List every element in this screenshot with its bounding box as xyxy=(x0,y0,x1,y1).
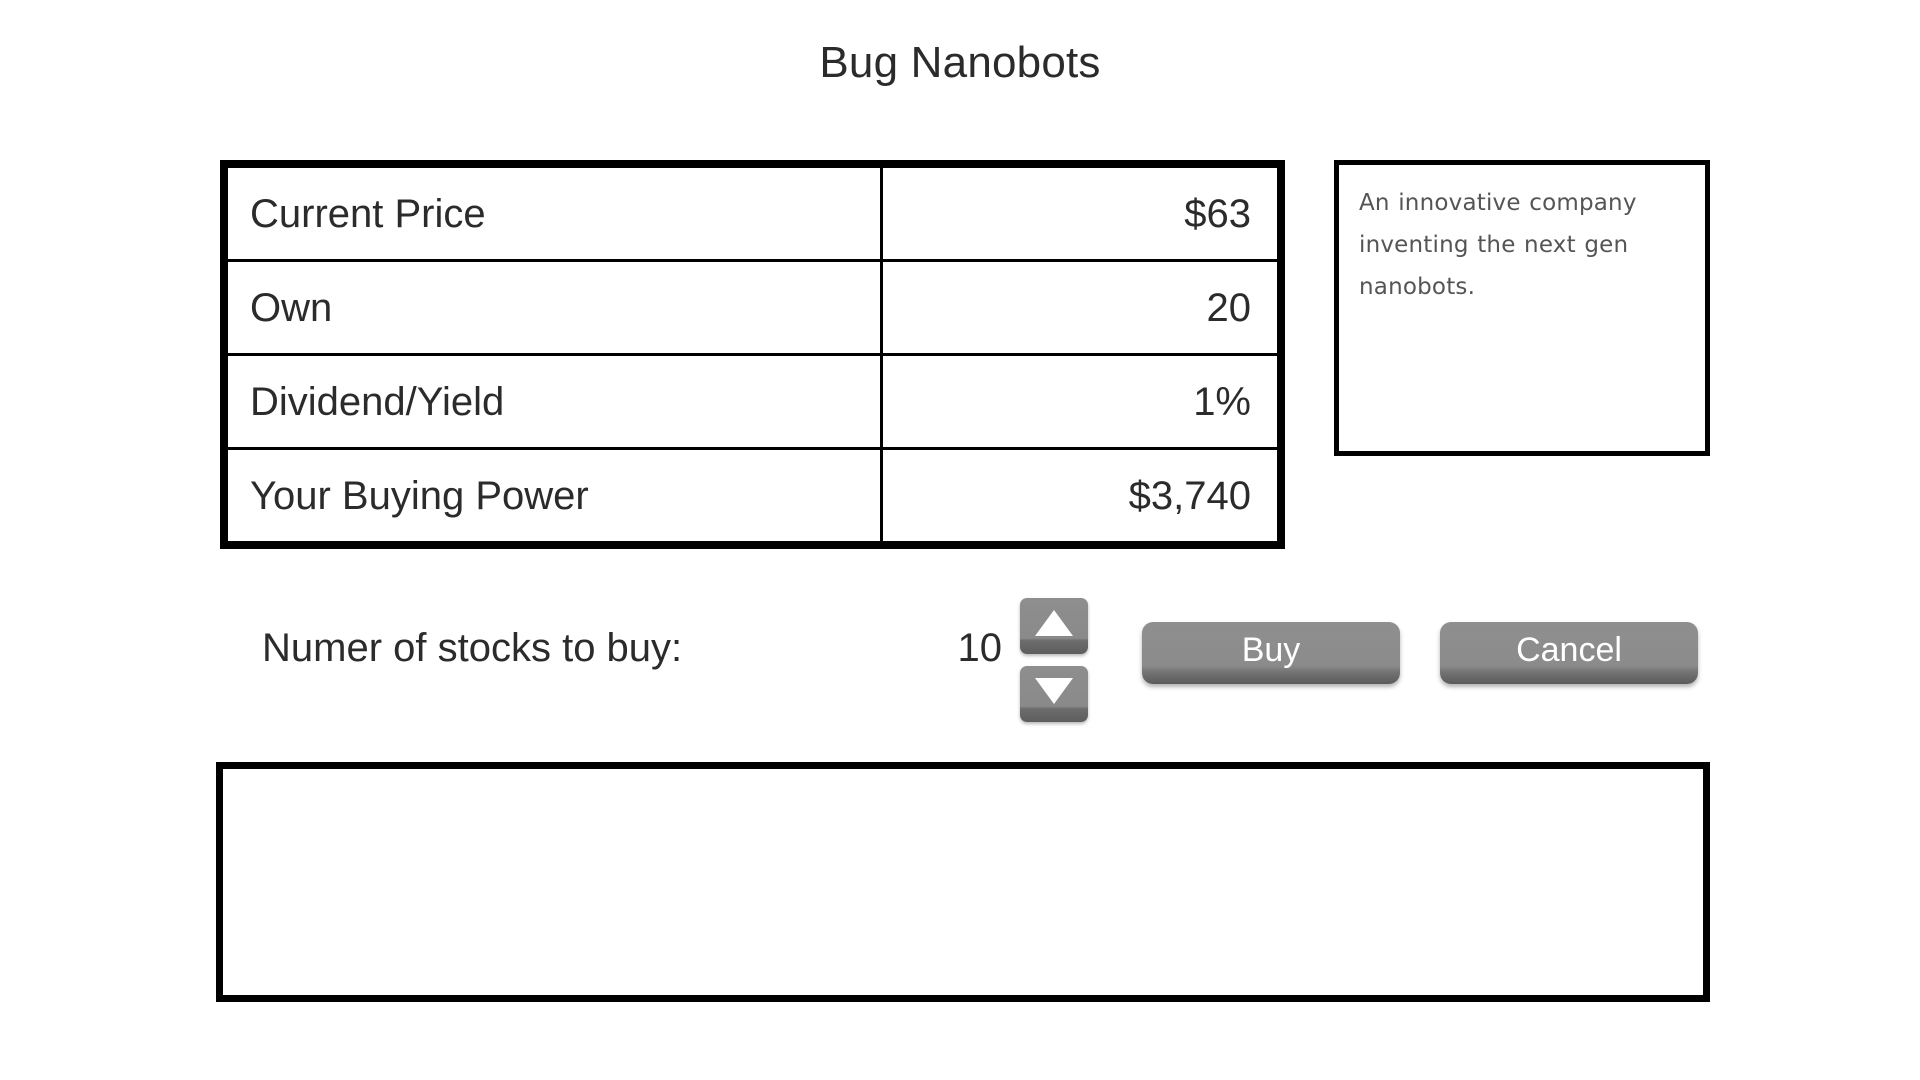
stat-value-current-price: $63 xyxy=(880,165,1280,262)
stat-value-own: 20 xyxy=(880,259,1280,356)
buy-button[interactable]: Buy xyxy=(1142,622,1400,684)
message-log-box xyxy=(216,762,1710,1002)
quantity-increment-button[interactable] xyxy=(1020,598,1088,654)
stat-label-buying-power: Your Buying Power xyxy=(225,447,883,544)
stock-purchase-screen: Bug Nanobots Current Price $63 Own 20 Di… xyxy=(0,0,1920,1080)
quantity-stepper[interactable] xyxy=(1020,598,1088,728)
quantity-decrement-button[interactable] xyxy=(1020,666,1088,722)
triangle-down-icon xyxy=(1035,678,1073,704)
company-description-box: An innovative company inventing the next… xyxy=(1334,160,1710,456)
table-row: Own 20 xyxy=(225,259,1280,356)
stat-value-dividend-yield: 1% xyxy=(880,353,1280,450)
quantity-value: 10 xyxy=(957,626,1003,670)
stat-label-dividend-yield: Dividend/Yield xyxy=(225,353,883,450)
stock-stats-table: Current Price $63 Own 20 Dividend/Yield … xyxy=(220,160,1285,549)
stat-value-buying-power: $3,740 xyxy=(880,447,1280,544)
company-description-text: An innovative company inventing the next… xyxy=(1359,190,1637,300)
table-row: Dividend/Yield 1% xyxy=(225,353,1280,450)
triangle-up-icon xyxy=(1035,610,1073,636)
stat-label-own: Own xyxy=(225,259,883,356)
quantity-label: Numer of stocks to buy: xyxy=(262,626,683,670)
table-row: Current Price $63 xyxy=(225,165,1280,262)
cancel-button[interactable]: Cancel xyxy=(1440,622,1698,684)
purchase-controls: Numer of stocks to buy: 10 Buy Cancel xyxy=(222,598,1742,728)
table-row: Your Buying Power $3,740 xyxy=(225,447,1280,544)
page-title: Bug Nanobots xyxy=(819,38,1101,87)
stat-label-current-price: Current Price xyxy=(225,165,883,262)
